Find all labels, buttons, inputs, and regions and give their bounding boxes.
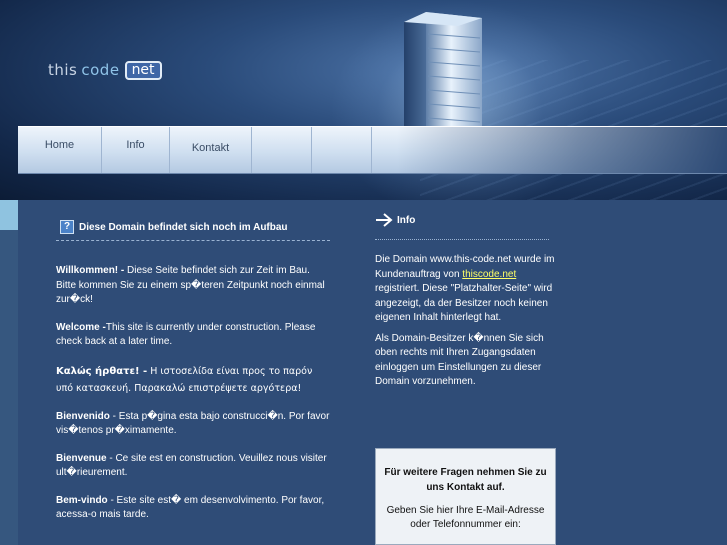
lead-de: Willkommen! - bbox=[56, 265, 125, 276]
nav-fade bbox=[397, 127, 727, 173]
nav-kontakt-tab[interactable]: Kontakt bbox=[170, 127, 252, 173]
welcome-paragraph-de: Willkommen! - Diese Seite befindet sich … bbox=[56, 264, 332, 308]
logo-word-this: this bbox=[48, 61, 78, 79]
info-text: Die Domain www.this-code.net wurde im Ku… bbox=[375, 253, 555, 326]
info-title: Info bbox=[397, 214, 416, 226]
nav-home-label: Home bbox=[44, 139, 75, 151]
help-icon: ? bbox=[60, 220, 74, 234]
lead-pt: Bem-vindo bbox=[56, 494, 108, 506]
lead-fr: Bienvenue bbox=[56, 452, 107, 464]
lead-el: Καλώς ήρθατε! - bbox=[56, 365, 148, 377]
welcome-paragraph-pt: Bem-vindo - Este site est� em desenvolvi… bbox=[56, 494, 332, 523]
title-divider bbox=[56, 240, 330, 241]
welcome-paragraph-en: Welcome -This site is currently under co… bbox=[56, 321, 332, 350]
arrow-right-icon bbox=[376, 213, 393, 227]
accent-column bbox=[0, 230, 18, 545]
logo-word-code: code bbox=[81, 61, 120, 79]
welcome-paragraph-es: Bienvenido - Esta p�gina esta bajo const… bbox=[56, 410, 332, 439]
welcome-paragraph-fr: Bienvenue - Ce site est en construction.… bbox=[56, 452, 332, 481]
contact-instructions: Geben Sie hier Ihre E-Mail-Adresse oder … bbox=[386, 505, 545, 530]
nav-divider bbox=[312, 127, 372, 173]
title-row: ? Diese Domain befindet sich noch im Auf… bbox=[56, 219, 332, 235]
site-logo[interactable]: this code net bbox=[48, 60, 162, 80]
contact-heading: Für weitere Fragen nehmen Sie zu uns Kon… bbox=[384, 467, 547, 493]
info-heading-row: Info bbox=[375, 212, 555, 228]
info-column: Info Die Domain www.this-code.net wurde … bbox=[375, 212, 555, 390]
logo-word-net: net bbox=[124, 60, 162, 80]
lead-en: Welcome - bbox=[56, 321, 106, 333]
welcome-paragraph-el: Καλώς ήρθατε! - Η ιστοσελίδα είναι προς … bbox=[56, 363, 332, 397]
nav-info-label: Info bbox=[126, 139, 145, 151]
lead-es: Bienvenido bbox=[56, 410, 110, 422]
thiscode-link[interactable]: thiscode.net bbox=[462, 269, 516, 280]
nav-divider bbox=[252, 127, 312, 173]
info-text-after: registriert. Diese "Platzhalter-Seite" w… bbox=[375, 283, 553, 323]
page-title: Diese Domain befindet sich noch im Aufba… bbox=[79, 221, 288, 233]
info-owner-text: Als Domain-Besitzer k�nnen Sie sich oben… bbox=[375, 332, 544, 388]
nav-info-tab[interactable]: Info bbox=[102, 127, 170, 173]
nav-kontakt-label: Kontakt bbox=[191, 142, 230, 154]
contact-box: Für weitere Fragen nehmen Sie zu uns Kon… bbox=[375, 448, 556, 545]
main-column: ? Diese Domain befindet sich noch im Auf… bbox=[56, 219, 332, 523]
nav-home-tab[interactable]: Home bbox=[18, 127, 102, 173]
navigation-bar: Home Info Kontakt bbox=[18, 126, 727, 174]
info-divider bbox=[375, 239, 549, 240]
